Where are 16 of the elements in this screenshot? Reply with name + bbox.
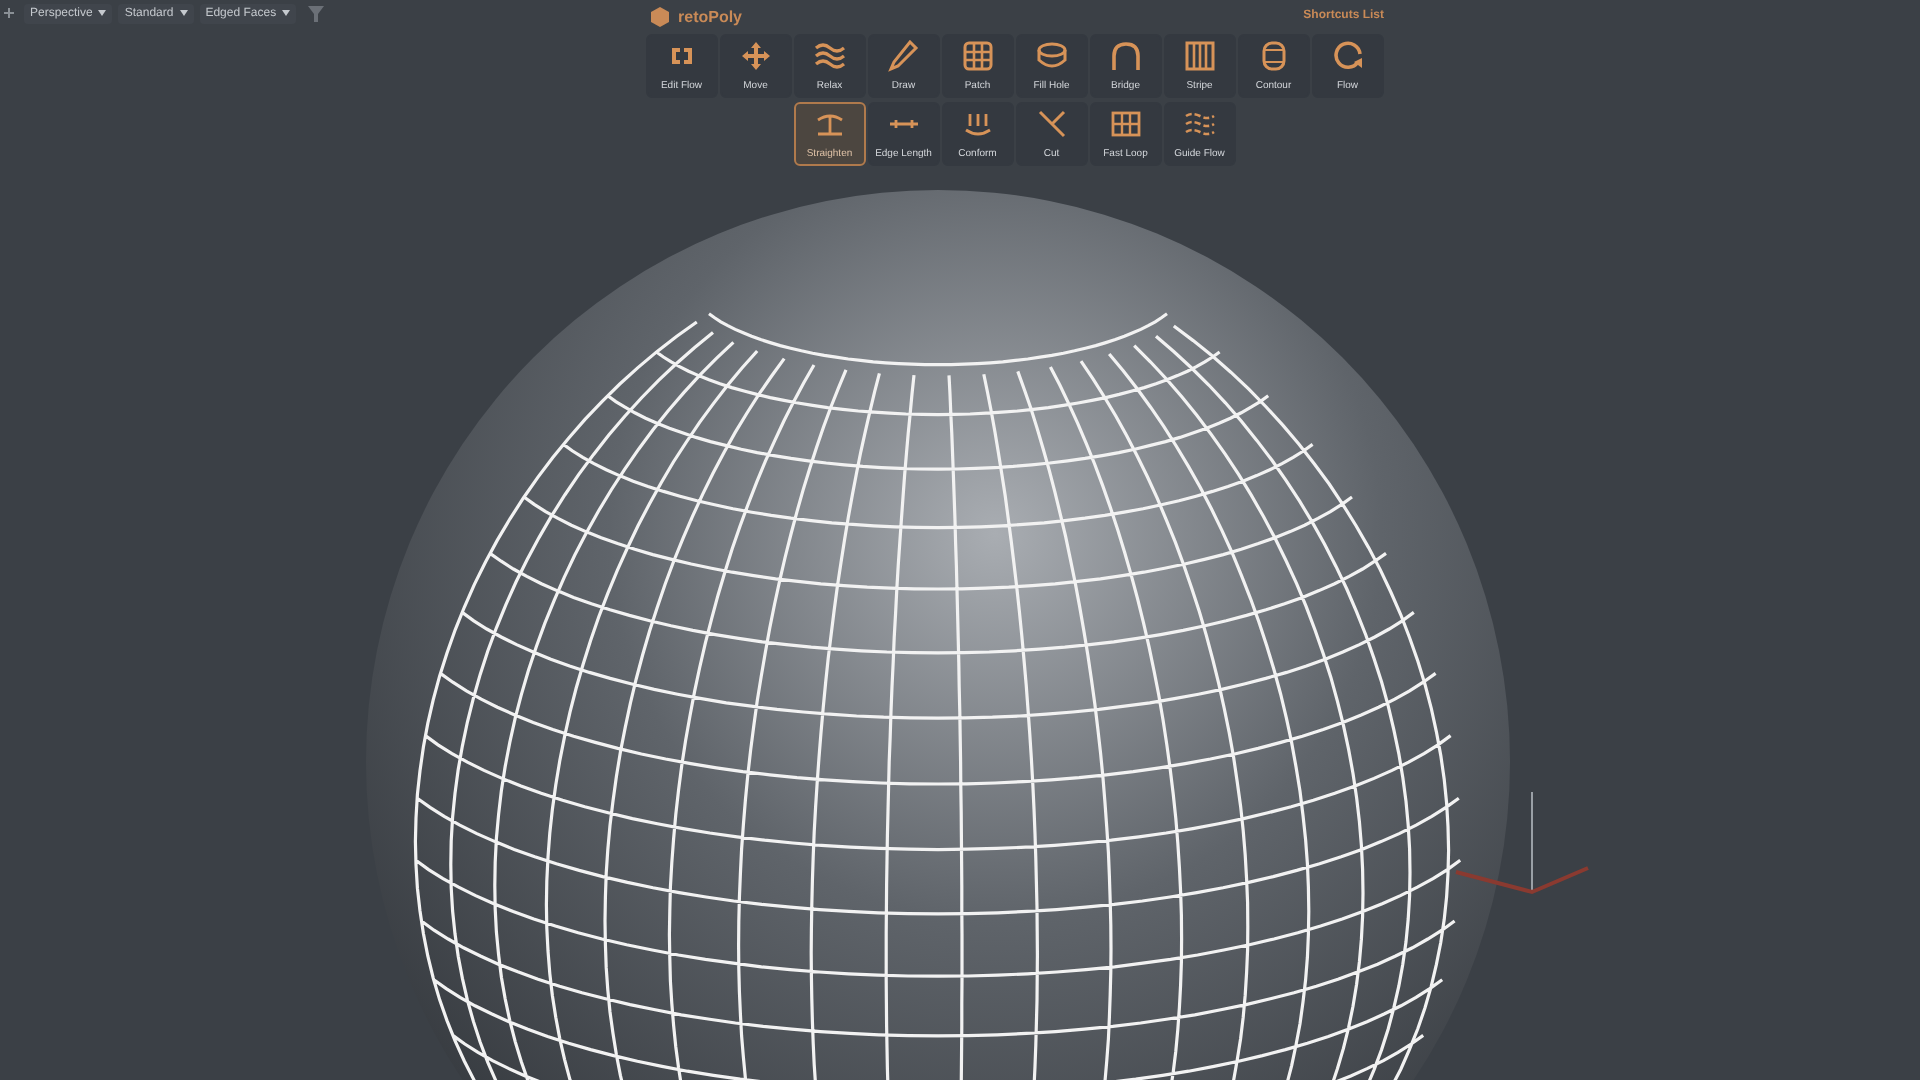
cylinder-icon	[1035, 40, 1068, 72]
grid-icon	[961, 40, 994, 72]
filter-icon[interactable]	[306, 3, 327, 23]
wave-lines-icon	[1183, 108, 1216, 140]
arch-icon	[1109, 40, 1142, 72]
pencil-icon	[887, 40, 920, 72]
axis-gizmo-drawing	[1455, 791, 1589, 895]
capsule-icon	[1257, 40, 1290, 72]
wave-lines-icon	[813, 40, 846, 72]
hexagon-logo-icon	[650, 5, 670, 27]
app-title: retoPoly	[678, 7, 743, 25]
stripe-icon	[1183, 40, 1216, 72]
move-arrows-icon	[739, 40, 772, 72]
grid-icon	[1109, 108, 1142, 140]
plus-icon[interactable]	[4, 8, 14, 18]
circular-arrow-icon	[1331, 40, 1364, 72]
